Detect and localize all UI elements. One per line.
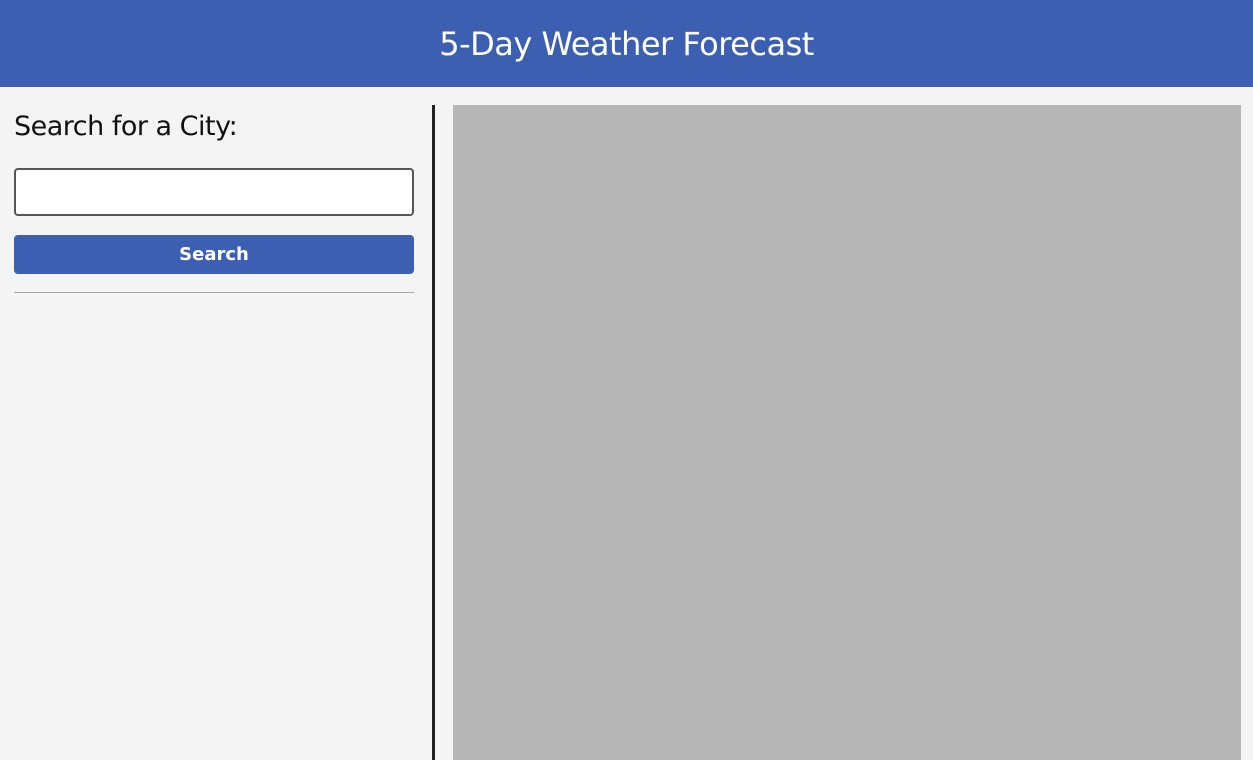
app-header: 5-Day Weather Forecast <box>0 0 1253 87</box>
city-search-input[interactable] <box>14 168 414 216</box>
forecast-panel <box>453 105 1241 760</box>
search-button[interactable]: Search <box>14 235 414 274</box>
search-history-divider <box>14 292 414 293</box>
column-separator <box>432 105 435 760</box>
page-title: 5-Day Weather Forecast <box>439 24 814 63</box>
search-sidebar: Search for a City: Search <box>0 87 432 760</box>
search-heading: Search for a City: <box>14 111 238 142</box>
